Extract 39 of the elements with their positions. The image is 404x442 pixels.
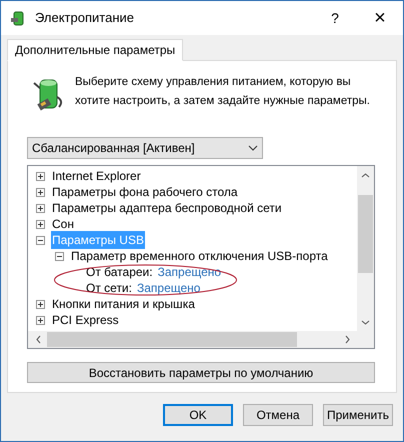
- horizontal-scrollbar[interactable]: [28, 331, 374, 348]
- close-button[interactable]: ×: [357, 3, 403, 33]
- chevron-down-icon: [361, 320, 370, 325]
- setting-value-link[interactable]: Запрещено: [158, 263, 222, 281]
- setting-label: От батареи:: [86, 264, 153, 281]
- description-text: Выберите схему управления питанием, которую вы хотите настроить, а затем задайте нужные параметры.: [75, 75, 371, 109]
- vertical-scrollbar[interactable]: [357, 166, 374, 331]
- tree-item[interactable]: PCI Express: [52, 311, 119, 329]
- plan-dropdown[interactable]: Сбалансированная [Активен]: [27, 137, 263, 159]
- chevron-up-icon: [361, 173, 370, 178]
- chevron-right-icon: [345, 335, 350, 344]
- restore-defaults-button[interactable]: Восстановить параметры по умолчанию: [27, 362, 375, 383]
- tree-item[interactable]: Параметр временного отключения USB-порта: [71, 247, 328, 265]
- help-button[interactable]: ?: [313, 3, 357, 33]
- expand-icon[interactable]: [36, 316, 45, 324]
- scroll-thumb[interactable]: [358, 195, 373, 273]
- tree-item[interactable]: Параметры адаптера беспроводной сети: [52, 199, 282, 217]
- tree-item[interactable]: Кнопки питания и крышка: [52, 295, 195, 313]
- setting-label: От сети:: [86, 280, 132, 297]
- setting-value-link[interactable]: Запрещено: [136, 279, 200, 297]
- expand-icon[interactable]: [36, 188, 45, 196]
- apply-button[interactable]: Применить: [323, 404, 393, 426]
- tree-item[interactable]: Сон: [52, 215, 74, 233]
- tree-item[interactable]: Параметры фона рабочего стола: [52, 183, 238, 201]
- expand-icon[interactable]: [36, 204, 45, 212]
- chevron-left-icon: [36, 335, 41, 344]
- expand-icon[interactable]: [36, 220, 45, 228]
- window-title: Электропитание: [35, 9, 134, 28]
- chevron-down-icon: [248, 145, 258, 151]
- scroll-thumb[interactable]: [47, 332, 297, 347]
- expand-icon[interactable]: [36, 172, 45, 180]
- tree-item[interactable]: Internet Explorer: [52, 167, 141, 185]
- cancel-button[interactable]: Отмена: [243, 404, 313, 426]
- ok-button[interactable]: OK: [163, 404, 233, 426]
- collapse-icon[interactable]: [55, 252, 64, 260]
- tab[interactable]: Дополнительные параметры: [7, 39, 184, 61]
- battery-plug-icon: [31, 77, 65, 113]
- collapse-icon[interactable]: [36, 236, 45, 244]
- expand-icon[interactable]: [36, 300, 45, 308]
